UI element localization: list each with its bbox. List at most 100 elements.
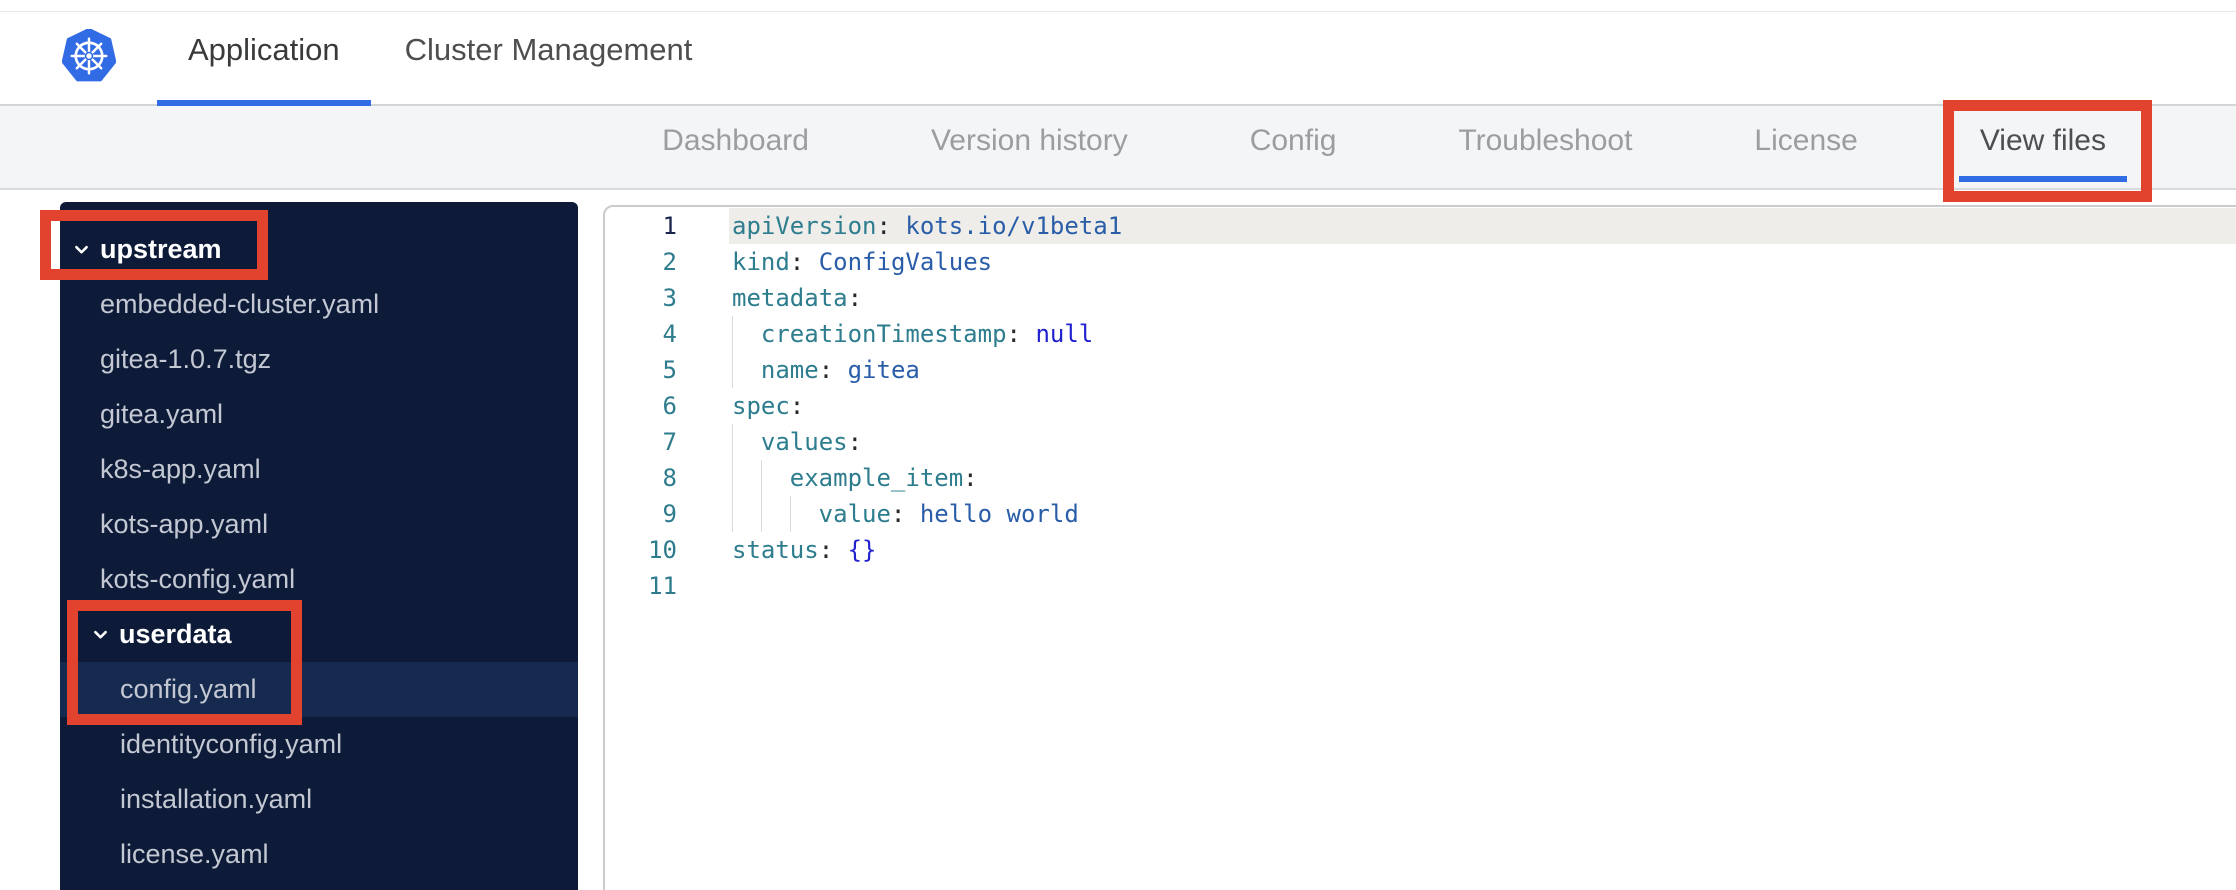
tab-config[interactable]: Config bbox=[1229, 106, 1358, 182]
code-line-content: name: gitea bbox=[729, 352, 2236, 388]
tree-item-label: config.yaml bbox=[120, 674, 257, 704]
line-number: 4 bbox=[662, 320, 677, 348]
tree-item-label: gitea-1.0.7.tgz bbox=[100, 344, 272, 374]
code-line-1: 1 apiVersion: kots.io/v1beta1 bbox=[605, 208, 2236, 244]
code-line-content: status: {} bbox=[729, 532, 2236, 568]
token-key: kind bbox=[732, 248, 790, 276]
tab-dashboard[interactable]: Dashboard bbox=[641, 106, 830, 182]
code-line-content: metadata: bbox=[729, 280, 2236, 316]
indent-guide bbox=[732, 496, 761, 532]
token-key: creationTimestamp bbox=[760, 320, 1007, 348]
line-number: 8 bbox=[662, 464, 677, 492]
token-key: value bbox=[818, 500, 891, 528]
tree-item-label: license.yaml bbox=[120, 839, 269, 869]
tree-item-upstream[interactable]: upstream bbox=[60, 222, 578, 277]
code-line-content: value: hello world bbox=[729, 496, 2236, 532]
indent-guide bbox=[760, 496, 790, 532]
tab-license[interactable]: License bbox=[1733, 106, 1878, 182]
indent-guide bbox=[732, 460, 761, 496]
token-val: ConfigValues bbox=[818, 248, 993, 276]
kubernetes-logo-icon[interactable] bbox=[61, 27, 117, 83]
indent-guide bbox=[732, 352, 761, 388]
token-val: hello world bbox=[919, 500, 1079, 528]
tree-item-label: userdata bbox=[119, 619, 232, 649]
tree-item-userdata[interactable]: userdata bbox=[60, 607, 578, 662]
code-line-content: kind: ConfigValues bbox=[729, 244, 2236, 280]
token-pun: : bbox=[847, 284, 863, 312]
code-line-content: apiVersion: kots.io/v1beta1 bbox=[729, 208, 2236, 244]
token-pun: : bbox=[847, 428, 863, 456]
token-kw: null bbox=[1035, 320, 1094, 348]
tree-item-installation.yaml[interactable]: installation.yaml bbox=[60, 772, 578, 827]
tree-item-embedded-cluster.yaml[interactable]: embedded-cluster.yaml bbox=[60, 277, 578, 332]
token-kw: {} bbox=[847, 536, 877, 564]
chevron-down-icon[interactable] bbox=[92, 626, 109, 643]
tree-item-label: embedded-cluster.yaml bbox=[100, 289, 380, 319]
tree-item-gitea-1.0.7.tgz[interactable]: gitea-1.0.7.tgz bbox=[60, 332, 578, 387]
tree-item-k8s-app.yaml[interactable]: k8s-app.yaml bbox=[60, 442, 578, 497]
token-pun: : bbox=[876, 212, 906, 240]
token-pun: : bbox=[1006, 320, 1036, 348]
token-pun: : bbox=[818, 356, 848, 384]
token-pun: : bbox=[789, 392, 805, 420]
code-line-content: spec: bbox=[729, 388, 2236, 424]
code-line-11: 11 bbox=[605, 568, 2236, 604]
tree-item-label: kots-config.yaml bbox=[100, 564, 296, 594]
token-val: gitea bbox=[847, 356, 920, 384]
token-key: name bbox=[760, 356, 819, 384]
tree-item-label: k8s-app.yaml bbox=[100, 454, 261, 484]
tab-version-history[interactable]: Version history bbox=[910, 106, 1149, 182]
tree-item-kots-app.yaml[interactable]: kots-app.yaml bbox=[60, 497, 578, 552]
tab-view-files[interactable]: View files bbox=[1958, 106, 2127, 182]
code-line-7: 7 values: bbox=[605, 424, 2236, 460]
tree-item-label: kots-app.yaml bbox=[100, 509, 269, 539]
code-line-content: example_item: bbox=[729, 460, 2236, 496]
tab-troubleshoot[interactable]: Troubleshoot bbox=[1437, 106, 1653, 182]
indent-guide bbox=[732, 316, 761, 352]
tree-item-gitea.yaml[interactable]: gitea.yaml bbox=[60, 387, 578, 442]
token-key: values bbox=[760, 428, 848, 456]
tree-item-license.yaml[interactable]: license.yaml bbox=[60, 827, 578, 882]
token-pun: : bbox=[818, 536, 848, 564]
line-number: 1 bbox=[662, 212, 677, 240]
code-line-content: values: bbox=[729, 424, 2236, 460]
code-line-3: 3 metadata: bbox=[605, 280, 2236, 316]
code-line-6: 6 spec: bbox=[605, 388, 2236, 424]
line-number: 2 bbox=[662, 248, 677, 276]
code-line-8: 8 example_item: bbox=[605, 460, 2236, 496]
tree-item-label: identityconfig.yaml bbox=[120, 729, 343, 759]
token-key: metadata bbox=[732, 284, 848, 312]
header-tabs: Application Cluster Management bbox=[157, 0, 723, 106]
indent-guide bbox=[732, 424, 761, 460]
tab-cluster-management[interactable]: Cluster Management bbox=[374, 0, 724, 106]
line-number: 7 bbox=[662, 428, 677, 456]
tree-item-label: gitea.yaml bbox=[100, 399, 224, 429]
line-number: 6 bbox=[662, 392, 677, 420]
indent-guide bbox=[760, 460, 790, 496]
code-line-10: 10 status: {} bbox=[605, 532, 2236, 568]
tree-item-config.yaml[interactable]: config.yaml bbox=[60, 662, 578, 717]
token-key: status bbox=[732, 536, 819, 564]
code-line-content bbox=[729, 568, 2236, 604]
indent-guide bbox=[789, 496, 819, 532]
token-key: example_item bbox=[789, 464, 964, 492]
code-line-4: 4 creationTimestamp: null bbox=[605, 316, 2236, 352]
code-line-5: 5 name: gitea bbox=[605, 352, 2236, 388]
tree-item-label: upstream bbox=[100, 234, 222, 264]
line-number: 5 bbox=[662, 356, 677, 384]
line-number: 11 bbox=[648, 572, 677, 600]
tree-item-identityconfig.yaml[interactable]: identityconfig.yaml bbox=[60, 717, 578, 772]
code-line-2: 2 kind: ConfigValues bbox=[605, 244, 2236, 280]
token-key: apiVersion bbox=[732, 212, 877, 240]
yaml-file-viewer[interactable]: 1 apiVersion: kots.io/v1beta1 2 kind: Confi… bbox=[603, 205, 2236, 890]
line-number: 9 bbox=[662, 500, 677, 528]
tree-item-kots-config.yaml[interactable]: kots-config.yaml bbox=[60, 552, 578, 607]
file-tree-sidebar: upstream embedded-cluster.yaml gitea-1.0.7… bbox=[60, 202, 578, 890]
kots-admin-console: Application Cluster Management Dashboard… bbox=[0, 0, 2236, 890]
chevron-down-icon[interactable] bbox=[73, 241, 90, 258]
tab-application[interactable]: Application bbox=[157, 0, 371, 106]
app-subnav: Dashboard Version history Config Trouble… bbox=[0, 106, 2236, 190]
line-number: 3 bbox=[662, 284, 677, 312]
token-val: kots.io/v1beta1 bbox=[905, 212, 1123, 240]
tree-item-label: installation.yaml bbox=[120, 784, 313, 814]
